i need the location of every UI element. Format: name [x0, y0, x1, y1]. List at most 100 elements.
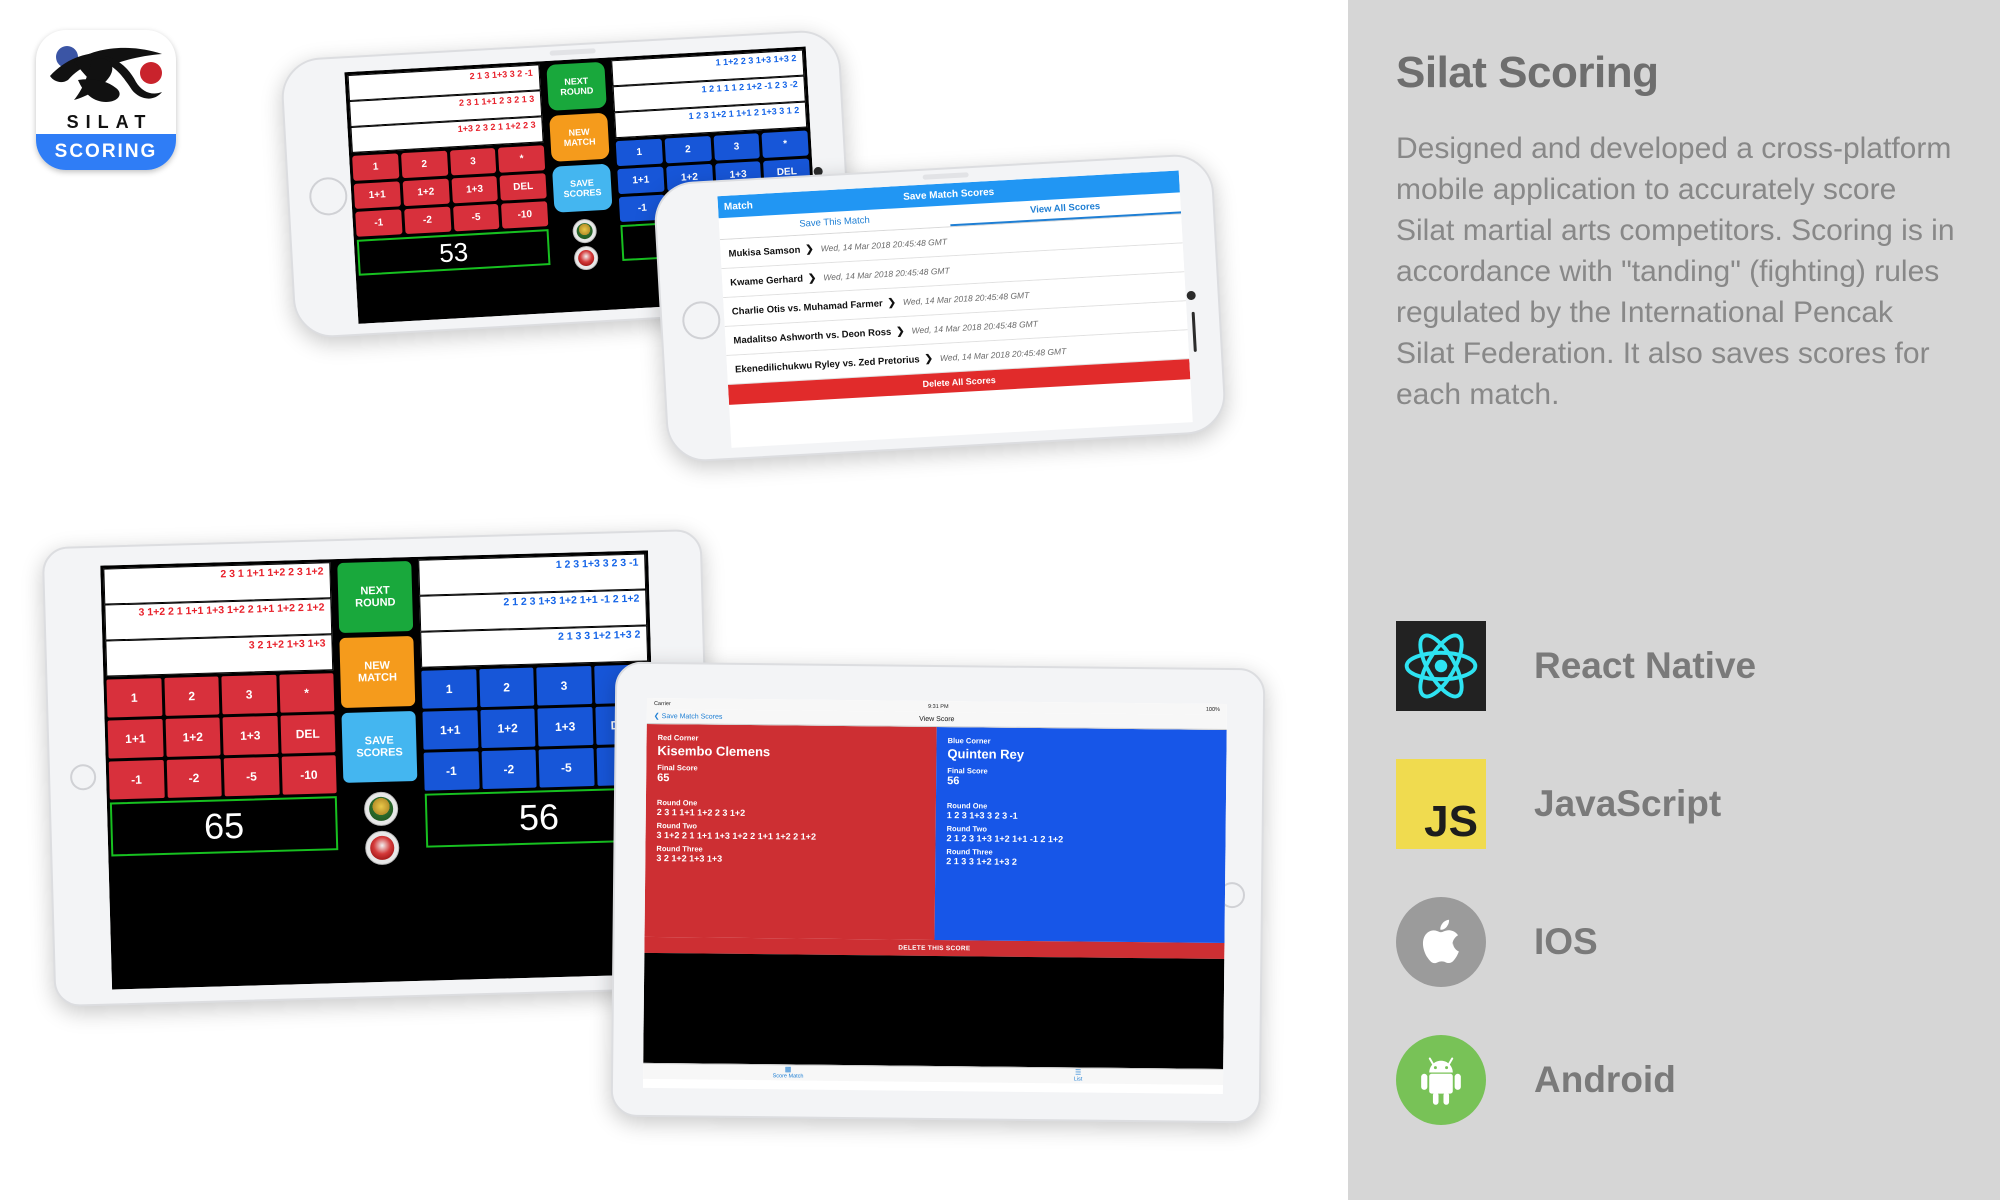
save-scores-label: SAVE SCORES — [563, 177, 602, 200]
blue-key-2[interactable]: 2 — [478, 667, 535, 708]
chevron-right-icon: ❯ — [807, 272, 817, 284]
camera-dot — [1186, 290, 1196, 301]
red-key-1[interactable]: 1 — [106, 678, 162, 718]
back-button[interactable]: Match — [724, 200, 753, 213]
blue-key-1plus2[interactable]: 1+2 — [479, 708, 536, 749]
tech-label-android: Android — [1534, 1058, 1676, 1100]
match-date: Wed, 14 Mar 2018 20:45:48 GMT — [820, 236, 948, 254]
blue-key-1[interactable]: 1 — [615, 138, 663, 167]
chevron-right-icon: ❯ — [895, 325, 905, 337]
blue-key-1plus3[interactable]: 1+3 — [537, 707, 593, 747]
chevron-right-icon: ❯ — [805, 243, 815, 255]
red-key-3[interactable]: 3 — [449, 147, 497, 176]
red-key-star[interactable]: * — [278, 673, 335, 713]
red-key-minus2[interactable]: -2 — [403, 206, 451, 235]
apple-icon — [1396, 896, 1486, 987]
red-round-one-values: 2 3 1 1+1 1+2 2 3 1+2 — [656, 807, 746, 818]
red-key-1plus1[interactable]: 1+1 — [107, 719, 164, 759]
tab-list[interactable]: ☰ List — [933, 1067, 1223, 1085]
red-key-del[interactable]: DEL — [280, 714, 336, 754]
red-key-minus5[interactable]: -5 — [223, 756, 280, 797]
blue-key-minus2[interactable]: -2 — [481, 749, 537, 790]
blue-key-star[interactable]: * — [761, 130, 809, 159]
red-key-minus1[interactable]: -1 — [108, 759, 165, 800]
match-list-rows: Mukisa Samson ❯ Wed, 14 Mar 2018 20:45:4… — [719, 214, 1190, 385]
red-key-3[interactable]: 3 — [221, 674, 277, 715]
react-native-icon — [1396, 620, 1486, 711]
red-key-del[interactable]: DEL — [499, 173, 547, 201]
red-key-2[interactable]: 2 — [163, 676, 220, 716]
red-round-two-values: 3 1+2 2 1 1+1 1+3 1+2 2 1+1 1+2 2 1+2 — [656, 830, 817, 842]
blue-round-three-values: 2 1 3 3 1+2 1+3 2 — [946, 856, 1017, 867]
iphone-match-list-device: Match Save Match Scores Save This Match … — [652, 152, 1228, 464]
red-key-minus1[interactable]: -1 — [355, 209, 403, 237]
next-round-button[interactable]: NEXT ROUND — [546, 61, 607, 111]
save-scores-label: SAVE SCORES — [356, 734, 403, 760]
carrier-label: Carrier — [653, 700, 671, 707]
red-round-rows: 2 3 1 1+1 1+2 2 3 1+2 3 1+2 2 1 1+1 1+3 … — [103, 562, 334, 677]
blue-key-minus1[interactable]: -1 — [423, 751, 480, 791]
red-key-minus10[interactable]: -10 — [281, 755, 337, 795]
federation-emblem-icon — [572, 218, 598, 244]
tab-score-match-label: Score Match — [772, 1073, 804, 1080]
blue-key-3[interactable]: 3 — [713, 133, 761, 161]
blue-key-1plus1[interactable]: 1+1 — [617, 166, 665, 195]
blue-round-two-values: 2 1 2 3 1+3 1+2 1+1 -1 2 1+2 — [946, 833, 1064, 845]
match-names: Ekenedilichukwu Ryley vs. Zed Pretorius — [734, 353, 920, 376]
home-button[interactable] — [308, 176, 349, 217]
federation-emblem-icon — [363, 791, 399, 827]
red-key-1[interactable]: 1 — [352, 153, 400, 181]
new-match-button[interactable]: NEW MATCH — [549, 112, 610, 162]
new-match-button[interactable]: NEW MATCH — [339, 635, 416, 709]
iphone-match-list-screen: Match Save Match Scores Save This Match … — [717, 170, 1193, 448]
red-key-2[interactable]: 2 — [400, 150, 448, 179]
red-key-minus2[interactable]: -2 — [166, 758, 222, 798]
red-side: 2 3 1 1+1 1+2 2 3 1+2 3 1+2 2 1 1+1 1+3 … — [100, 559, 345, 989]
javascript-icon: JS — [1396, 758, 1486, 849]
save-scores-button[interactable]: SAVE SCORES — [341, 710, 418, 783]
view-score-body: Red Corner Kisembo Clemens Final Score 6… — [644, 723, 1227, 944]
red-round-three-values: 3 2 1+2 1+3 1+3 — [656, 853, 723, 864]
info-panel: Silat Scoring Designed and developed a c… — [1348, 0, 2000, 1200]
match-names: Kwame Gerhard — [729, 273, 804, 289]
blue-round-one-values: 1 2 3 1+3 3 2 3 -1 — [946, 810, 1018, 821]
javascript-glyph: JS — [1424, 796, 1478, 846]
red-keypad: 1 2 3 * 1+1 1+2 1+3 DEL -1 -2 -5 -10 — [106, 673, 337, 800]
red-key-1plus3[interactable]: 1+3 — [451, 175, 499, 204]
red-key-1plus3[interactable]: 1+3 — [222, 715, 279, 756]
new-match-label: NEW MATCH — [563, 126, 596, 149]
red-key-1plus2[interactable]: 1+2 — [402, 178, 450, 207]
tech-label-javascript: JavaScript — [1534, 782, 1722, 824]
tech-item-android: Android — [1396, 1022, 1956, 1137]
red-total-score: 65 — [109, 796, 339, 857]
red-key-1plus1[interactable]: 1+1 — [353, 181, 401, 209]
red-key-minus5[interactable]: -5 — [452, 203, 500, 232]
tab-score-match[interactable]: ▦ Score Match — [643, 1064, 933, 1082]
new-match-label: NEW MATCH — [357, 659, 398, 685]
blue-key-1plus1[interactable]: 1+1 — [422, 710, 478, 750]
page-description: Designed and developed a cross-platform … — [1396, 132, 1955, 411]
red-keypad-row-1: 1 2 3 * — [106, 673, 335, 718]
blue-key-3[interactable]: 3 — [536, 666, 592, 706]
red-competitor-name: Kisembo Clemens — [657, 743, 771, 760]
home-button[interactable] — [69, 763, 97, 791]
association-emblem-icon — [364, 830, 400, 866]
blue-round-rows: 1 1+2 2 3 1+3 1+3 2 1 2 1 1 1 2 1+2 -1 2… — [611, 49, 808, 139]
match-date: Wed, 14 Mar 2018 20:45:48 GMT — [823, 265, 950, 283]
home-button[interactable] — [681, 300, 722, 341]
chevron-right-icon: ❯ — [924, 352, 934, 365]
match-date: Wed, 14 Mar 2018 20:45:48 GMT — [902, 290, 1030, 308]
save-scores-button[interactable]: SAVE SCORES — [552, 163, 613, 213]
red-key-1plus2[interactable]: 1+2 — [165, 717, 221, 757]
next-round-label: NEXT ROUND — [560, 75, 594, 98]
blue-key-minus5[interactable]: -5 — [538, 747, 595, 788]
blue-key-2[interactable]: 2 — [664, 135, 712, 164]
next-round-button[interactable]: NEXT ROUND — [337, 560, 414, 634]
volume-button[interactable] — [1191, 311, 1197, 352]
red-key-minus10[interactable]: -10 — [501, 201, 549, 229]
blue-key-1[interactable]: 1 — [421, 669, 477, 709]
red-key-star[interactable]: * — [498, 145, 546, 173]
red-final-score: 65 — [657, 772, 670, 785]
phone-speaker — [922, 172, 969, 180]
tech-stack-list: React Native JS JavaScript IOS Android — [1396, 608, 1956, 1160]
